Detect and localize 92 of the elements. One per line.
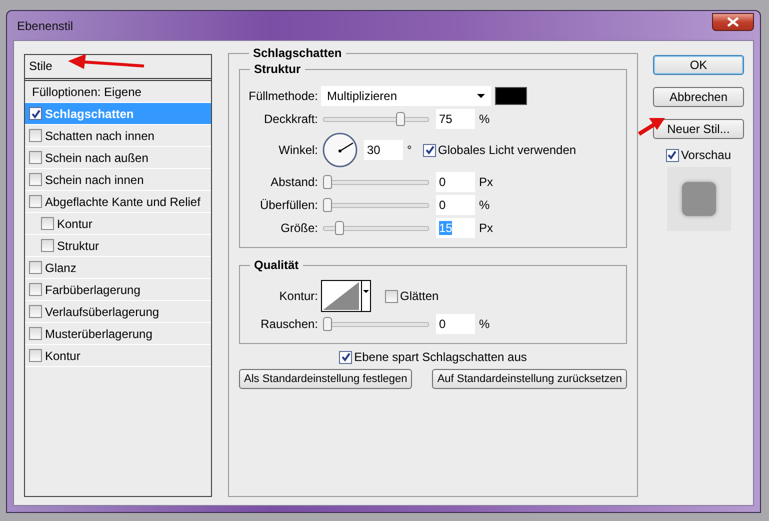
- field-label: Abstand:: [270, 174, 319, 188]
- unit-label: %: [478, 316, 490, 330]
- group-title: Qualität: [253, 258, 300, 272]
- slider-thumb[interactable]: [322, 198, 332, 212]
- slider-thumb[interactable]: [335, 220, 344, 234]
- item-label: Schatten nach innen: [44, 128, 154, 142]
- field-value: 0: [439, 316, 446, 330]
- item-label: Fülloptionen: Eigene: [31, 84, 142, 98]
- field-label: Überfüllen:: [258, 198, 319, 212]
- unit-label: %: [478, 198, 490, 212]
- dialog-button[interactable]: OK: [653, 55, 744, 75]
- checkbox-label: Glätten: [400, 289, 439, 303]
- contour-picker[interactable]: [321, 280, 371, 312]
- item-label: Glanz: [44, 260, 76, 274]
- style-item[interactable]: Abgeflachte Kante und Relief: [25, 191, 211, 213]
- checkbox-label: Ebene spart Schlagschatten aus: [354, 350, 527, 364]
- unit-label: °: [406, 143, 413, 157]
- field-label: Größe:: [280, 220, 319, 234]
- item-label: Schein nach innen: [44, 172, 144, 186]
- checkbox[interactable]: [666, 148, 679, 162]
- checkbox[interactable]: [29, 151, 42, 164]
- style-item[interactable]: Schein nach innen: [25, 169, 211, 191]
- angle-dial[interactable]: [322, 132, 358, 168]
- unit-label: Px: [478, 174, 494, 188]
- input-field[interactable]: 0: [436, 194, 475, 214]
- field-label: Kontur:: [278, 289, 319, 303]
- dropdown-value: Multiplizieren: [327, 88, 398, 102]
- style-item[interactable]: Musterüberlagerung: [25, 323, 211, 345]
- default-button[interactable]: Als Standardeinstellung festlegen: [239, 369, 412, 389]
- caret-icon: [477, 94, 485, 98]
- style-item[interactable]: Kontur: [25, 213, 211, 235]
- slider-thumb[interactable]: [322, 174, 332, 188]
- dropdown[interactable]: Multiplizieren: [321, 86, 491, 106]
- color-swatch[interactable]: [495, 86, 527, 104]
- style-item[interactable]: Farbüberlagerung: [25, 279, 211, 301]
- item-label: Kontur: [44, 348, 80, 362]
- field-value: 0: [439, 174, 446, 188]
- item-label: Struktur: [56, 238, 100, 252]
- field-value: 30: [367, 143, 380, 157]
- item-label: Abgeflachte Kante und Relief: [44, 194, 200, 208]
- checkbox[interactable]: [41, 239, 54, 252]
- checkbox[interactable]: [29, 173, 42, 186]
- checkbox[interactable]: [41, 217, 54, 230]
- item-label: Schein nach außen: [44, 150, 148, 164]
- checkbox[interactable]: [29, 107, 42, 120]
- checkbox[interactable]: [385, 290, 398, 302]
- field-value: 0: [439, 198, 446, 212]
- item-label: Verlaufsüberlagerung: [44, 304, 160, 318]
- field-value: 15: [439, 220, 452, 234]
- checkbox[interactable]: [29, 261, 42, 274]
- style-item[interactable]: Struktur: [25, 235, 211, 257]
- checkbox[interactable]: [423, 144, 436, 156]
- item-label: Schlagschatten: [44, 106, 134, 120]
- unit-label: %: [478, 112, 490, 126]
- slider-thumb[interactable]: [322, 316, 332, 330]
- group-title: Schlagschatten: [252, 46, 343, 60]
- input-field[interactable]: 75: [436, 108, 475, 128]
- style-item[interactable]: Schein nach außen: [25, 147, 211, 169]
- field-label: Rauschen:: [260, 316, 319, 330]
- item-label: Farbüberlagerung: [44, 282, 140, 296]
- checkbox[interactable]: [29, 283, 42, 296]
- slider-thumb[interactable]: [396, 112, 405, 126]
- field-label: Winkel:: [278, 143, 319, 157]
- field-label: Deckkraft:: [262, 112, 319, 126]
- close-button[interactable]: [712, 12, 754, 30]
- default-button[interactable]: Auf Standardeinstellung zurücksetzen: [432, 369, 627, 389]
- input-field[interactable]: 0: [436, 172, 475, 192]
- style-item[interactable]: Kontur: [25, 345, 211, 367]
- style-item[interactable]: Schatten nach innen: [25, 125, 211, 147]
- checkbox[interactable]: [339, 350, 352, 364]
- input-field[interactable]: 30: [364, 140, 403, 160]
- checkbox[interactable]: [29, 349, 42, 362]
- field-value: 75: [439, 112, 452, 126]
- dialog-button[interactable]: Abbrechen: [653, 87, 744, 107]
- checkbox[interactable]: [29, 195, 42, 208]
- checkbox[interactable]: [29, 327, 42, 340]
- dialog-button[interactable]: Neuer Stil...: [653, 119, 744, 139]
- style-item[interactable]: Verlaufsüberlagerung: [25, 301, 211, 323]
- close-icon: [727, 16, 739, 26]
- checkbox-label: Globales Licht verwenden: [438, 143, 576, 157]
- unit-label: Px: [478, 220, 494, 234]
- checkbox[interactable]: [29, 305, 42, 318]
- item-label: Kontur: [56, 216, 92, 230]
- checkbox[interactable]: [29, 129, 42, 142]
- preview-thumbnail: [666, 167, 730, 231]
- group-title: Struktur: [253, 62, 302, 76]
- item-label: Musterüberlagerung: [44, 326, 152, 340]
- window-title: Ebenenstil: [16, 18, 74, 32]
- checkbox-label: Vorschau: [680, 148, 732, 162]
- field-label: Füllmethode:: [248, 88, 319, 102]
- style-item[interactable]: Glanz: [25, 257, 211, 279]
- input-field[interactable]: 0: [436, 314, 475, 334]
